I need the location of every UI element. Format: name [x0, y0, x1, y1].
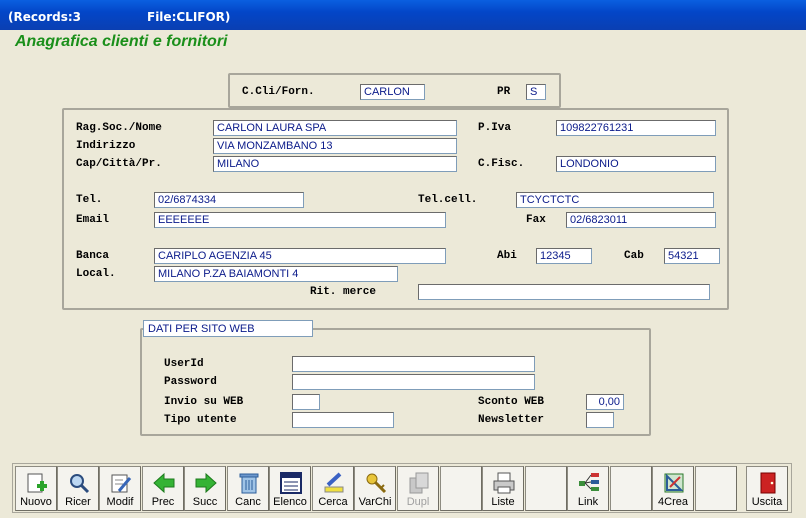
crea-label: 4Crea — [658, 496, 688, 508]
cap-field[interactable]: MILANO — [213, 156, 457, 172]
trash-icon — [239, 473, 259, 494]
liste-label: Liste — [491, 496, 515, 508]
fax-field[interactable]: 02/6823011 — [566, 212, 716, 228]
prec-label: Prec — [151, 496, 175, 508]
pr-label: PR — [497, 86, 511, 98]
piva-field[interactable]: 109822761231 — [556, 120, 716, 136]
uscita-button[interactable]: Uscita — [746, 466, 788, 511]
elenco-label: Elenco — [273, 496, 307, 508]
modif-label: Modif — [106, 496, 134, 508]
empty-button-4[interactable] — [695, 466, 737, 511]
elenco-button[interactable]: Elenco — [269, 466, 311, 511]
telcell-field[interactable]: TCYCTCTC — [516, 192, 714, 208]
printer-icon — [493, 472, 515, 494]
file-name: File:CLIFOR) — [147, 10, 231, 24]
cab-field[interactable]: 54321 — [664, 248, 720, 264]
design-tools-icon — [664, 473, 684, 493]
new-document-icon — [27, 473, 47, 493]
highlighter-icon — [324, 472, 344, 493]
password-field[interactable] — [292, 374, 535, 390]
ricer-button[interactable]: Ricer — [57, 466, 99, 511]
ricer-label: Ricer — [65, 496, 91, 508]
password-label: Password — [164, 376, 217, 388]
nuovo-button[interactable]: Nuovo — [15, 466, 57, 511]
ragsoc-label: Rag.Soc./Nome — [76, 122, 162, 134]
succ-label: Succ — [192, 496, 218, 508]
tel-field[interactable]: 02/6874334 — [154, 192, 304, 208]
banca-field[interactable]: CARIPLO AGENZIA 45 — [154, 248, 446, 264]
list-icon — [280, 472, 302, 494]
userid-field[interactable] — [292, 356, 535, 372]
code-label: C.Cli/Forn. — [242, 86, 315, 98]
nuovo-label: Nuovo — [20, 496, 52, 508]
web-section-title: DATI PER SITO WEB — [143, 320, 313, 337]
cap-label: Cap/Città/Pr. — [76, 158, 162, 170]
invio-label: Invio su WEB — [164, 396, 244, 408]
email-field[interactable]: EEEEEEE — [154, 212, 446, 228]
sconto-label: Sconto WEB — [478, 396, 545, 408]
crea-button[interactable]: 4Crea — [652, 466, 694, 511]
uscita-label: Uscita — [751, 496, 783, 508]
empty-button-2[interactable] — [525, 466, 567, 511]
sconto-field[interactable]: 0,00 — [586, 394, 624, 410]
prec-button[interactable]: Prec — [142, 466, 184, 511]
dupl-button[interactable]: Dupl — [397, 466, 439, 511]
exit-door-icon — [760, 472, 776, 494]
empty-button-1[interactable] — [440, 466, 482, 511]
code-field[interactable]: CARLON — [360, 84, 425, 100]
ragsoc-field[interactable]: CARLON LAURA SPA — [213, 120, 457, 136]
cab-label: Cab — [624, 250, 644, 262]
records-count: (Records:3 — [8, 10, 82, 24]
newsletter-field[interactable] — [586, 412, 614, 428]
piva-label: P.Iva — [478, 122, 512, 134]
fax-label: Fax — [526, 214, 546, 226]
abi-label: Abi — [497, 250, 517, 262]
link-label: Link — [577, 496, 599, 508]
form-title: Anagrafica clienti e fornitori — [15, 33, 228, 50]
window-titlebar: (Records:3 File:CLIFOR) — [0, 0, 806, 30]
userid-label: UserId — [164, 358, 204, 370]
cerca-button[interactable]: Cerca — [312, 466, 354, 511]
duplicate-icon — [409, 472, 429, 494]
local-label: Local. — [76, 268, 116, 280]
local-field[interactable]: MILANO P.ZA BAIAMONTI 4 — [154, 266, 398, 282]
newsletter-label: Newsletter — [478, 414, 545, 426]
indirizzo-field[interactable]: VIA MONZAMBANO 13 — [213, 138, 457, 154]
key-icon — [366, 473, 387, 494]
liste-button[interactable]: Liste — [482, 466, 524, 511]
tipo-utente-label: Tipo utente — [164, 414, 237, 426]
varchi-label: VarChi — [358, 496, 392, 508]
invio-field[interactable] — [292, 394, 320, 410]
cfisc-field[interactable]: LONDONIO — [556, 156, 716, 172]
email-label: Email — [76, 214, 110, 226]
indirizzo-label: Indirizzo — [76, 140, 136, 152]
telcell-label: Tel.cell. — [418, 194, 478, 206]
cerca-label: Cerca — [318, 496, 348, 508]
canc-button[interactable]: Canc — [227, 466, 269, 511]
arrow-right-icon — [195, 472, 217, 494]
search-icon — [70, 474, 90, 494]
link-button[interactable]: Link — [567, 466, 609, 511]
ritmerce-label: Rit. merce — [310, 286, 377, 298]
abi-field[interactable]: 12345 — [536, 248, 592, 264]
succ-button[interactable]: Succ — [184, 466, 226, 511]
arrow-left-icon — [153, 472, 175, 494]
link-tree-icon — [579, 473, 599, 491]
banca-label: Banca — [76, 250, 110, 262]
tipo-utente-field[interactable] — [292, 412, 394, 428]
tel-label: Tel. — [76, 194, 103, 206]
pr-field[interactable]: S — [526, 84, 546, 100]
dupl-label: Dupl — [406, 496, 430, 508]
cfisc-label: C.Fisc. — [478, 158, 525, 170]
varchi-button[interactable]: VarChi — [354, 466, 396, 511]
empty-button-3[interactable] — [610, 466, 652, 511]
edit-document-icon — [111, 474, 132, 493]
canc-label: Canc — [235, 496, 261, 508]
modif-button[interactable]: Modif — [99, 466, 141, 511]
ritmerce-field[interactable] — [418, 284, 710, 300]
